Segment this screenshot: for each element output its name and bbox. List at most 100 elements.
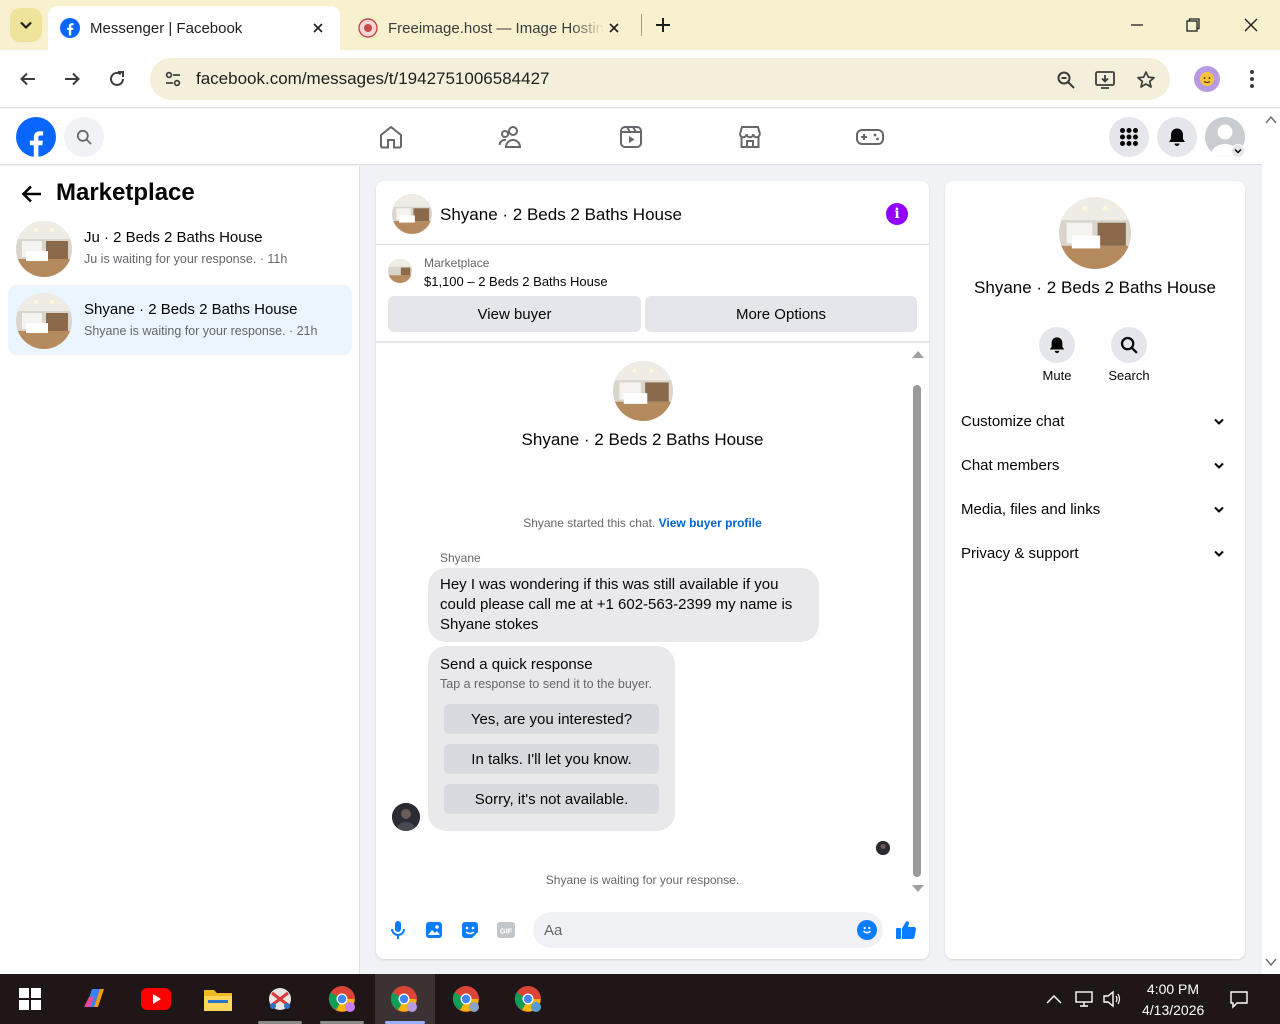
quick-reply-button[interactable]: Sorry, it's not available. (444, 784, 659, 814)
section-label: Media, files and links (961, 501, 1101, 518)
tab-search-button[interactable] (10, 8, 42, 42)
emoji-icon[interactable] (857, 920, 877, 940)
youtube-icon[interactable] (140, 983, 172, 1015)
menu-grid-button[interactable] (1109, 117, 1149, 157)
page-scrollbar[interactable] (1262, 109, 1280, 974)
tab-freeimage[interactable]: Freeimage.host — Image Hosting (346, 6, 636, 50)
new-tab-button[interactable] (650, 12, 676, 38)
section-media-files-links[interactable]: Media, files and links (953, 490, 1237, 530)
scroll-down-arrow-icon[interactable] (912, 885, 924, 892)
volume-icon[interactable] (1102, 989, 1122, 1009)
sticker-icon[interactable] (459, 919, 481, 941)
quick-reply-button[interactable]: Yes, are you interested? (444, 704, 659, 734)
close-window-button[interactable] (1236, 10, 1266, 40)
message-list: Shyane · 2 Beds 2 Baths House Shyane sta… (376, 343, 929, 903)
section-privacy-support[interactable]: Privacy & support (953, 534, 1237, 574)
marketplace-listing-row[interactable]: Marketplace $1,100 – 2 Beds 2 Baths Hous… (388, 256, 918, 292)
mute-button[interactable]: Mute (1027, 327, 1087, 383)
install-app-icon[interactable] (1091, 66, 1119, 94)
chrome-profile-active-icon[interactable] (388, 983, 420, 1015)
chat-intro-name: Shyane · 2 Beds 2 Baths House (521, 430, 764, 449)
section-chat-members[interactable]: Chat members (953, 446, 1237, 486)
conversation-item[interactable]: Ju · 2 Beds 2 Baths House Ju is waiting … (8, 213, 352, 283)
site-info-icon[interactable] (162, 68, 184, 90)
conversation-title: Shyane · 2 Beds 2 Baths House (84, 301, 298, 318)
network-icon[interactable] (1074, 989, 1094, 1009)
thumbs-up-icon[interactable] (895, 919, 917, 941)
file-explorer-icon[interactable] (202, 983, 234, 1015)
profile-emoji-icon (1200, 72, 1214, 86)
zoom-icon[interactable] (1052, 66, 1080, 94)
marketplace-icon[interactable] (736, 123, 764, 151)
message-bubble[interactable]: Hey I was wondering if this was still av… (428, 568, 819, 642)
chrome-profile-icon[interactable] (512, 983, 544, 1015)
account-caret-icon[interactable] (1231, 144, 1245, 158)
gaming-icon[interactable] (856, 123, 884, 151)
video-icon[interactable] (617, 123, 645, 151)
url-text[interactable]: facebook.com/messages/t/1942751006584427 (196, 69, 549, 89)
chat-title[interactable]: Shyane · 2 Beds 2 Baths House (440, 205, 682, 225)
scroll-down-arrow-icon[interactable] (1265, 957, 1277, 967)
view-buyer-profile-link[interactable]: View buyer profile (659, 516, 762, 530)
close-tab-icon[interactable] (308, 18, 328, 38)
arrow-left-icon (21, 185, 41, 203)
search-icon (76, 129, 92, 145)
restore-icon (1186, 18, 1200, 32)
copilot-icon[interactable] (78, 983, 110, 1015)
back-button[interactable] (11, 62, 45, 96)
more-vertical-icon (1250, 70, 1254, 88)
browser-profile-avatar[interactable] (1194, 66, 1220, 92)
chat-header: Shyane · 2 Beds 2 Baths House i (376, 181, 929, 245)
back-arrow-button[interactable] (18, 182, 46, 206)
conversation-sidebar: Marketplace Ju · 2 Beds 2 Baths House Ju… (0, 166, 360, 974)
chevron-up-icon[interactable] (1044, 989, 1064, 1009)
minimize-button[interactable] (1122, 10, 1152, 40)
close-tab-icon[interactable] (604, 18, 624, 38)
bookmark-star-icon[interactable] (1132, 66, 1160, 94)
system-clock[interactable]: 4:00 PM 4/13/2026 (1142, 979, 1204, 1021)
listing-thumbnail (16, 221, 72, 277)
photo-icon[interactable] (423, 919, 445, 941)
info-panel-name: Shyane · 2 Beds 2 Baths House (974, 278, 1216, 297)
chevron-down-icon (1213, 548, 1225, 560)
reload-button[interactable] (100, 62, 134, 96)
friends-icon[interactable] (497, 123, 525, 151)
section-customize-chat[interactable]: Customize chat (953, 402, 1237, 442)
facebook-logo-icon[interactable] (16, 117, 56, 157)
address-bar[interactable]: facebook.com/messages/t/1942751006584427 (150, 58, 1170, 100)
sender-avatar[interactable] (392, 803, 420, 831)
quick-reply-button[interactable]: In talks. I'll let you know. (444, 744, 659, 774)
microphone-icon[interactable] (387, 919, 409, 941)
notifications-button[interactable] (1157, 117, 1197, 157)
message-input[interactable] (533, 912, 883, 948)
gif-icon[interactable]: GIF (495, 919, 517, 941)
chevron-down-icon (1213, 416, 1225, 428)
browser-menu-button[interactable] (1240, 66, 1264, 92)
home-icon[interactable] (377, 123, 405, 151)
tab-messenger[interactable]: Messenger | Facebook (48, 6, 340, 50)
listing-thumbnail[interactable] (392, 194, 432, 234)
section-label: Chat members (961, 457, 1060, 474)
notification-center-icon[interactable] (1229, 989, 1249, 1009)
notifications-bell-icon (1169, 128, 1185, 146)
search-icon (1111, 327, 1147, 363)
freeimage-favicon-icon (358, 18, 378, 38)
chrome-icon[interactable] (326, 983, 358, 1015)
more-options-button[interactable]: More Options (645, 296, 917, 332)
chrome-profile-icon[interactable] (450, 983, 482, 1015)
restore-button[interactable] (1178, 10, 1208, 40)
listing-thumbnail (16, 293, 72, 349)
scroll-up-arrow-icon[interactable] (912, 351, 924, 358)
search-in-conversation-button[interactable]: Search (1099, 327, 1159, 383)
snipping-tool-icon[interactable] (264, 983, 296, 1015)
info-icon[interactable]: i (886, 203, 908, 225)
chat-scrollbar[interactable] (911, 343, 925, 895)
facebook-search-button[interactable] (64, 117, 104, 157)
windows-start-icon[interactable] (14, 983, 46, 1015)
scroll-up-arrow-icon[interactable] (1265, 115, 1277, 125)
view-buyer-button[interactable]: View buyer (388, 296, 641, 332)
forward-button[interactable] (55, 62, 89, 96)
listing-price-title: $1,100 – 2 Beds 2 Baths House (424, 274, 608, 289)
conversation-item-selected[interactable]: Shyane · 2 Beds 2 Baths House Shyane is … (8, 285, 352, 355)
scroll-thumb[interactable] (913, 385, 921, 877)
